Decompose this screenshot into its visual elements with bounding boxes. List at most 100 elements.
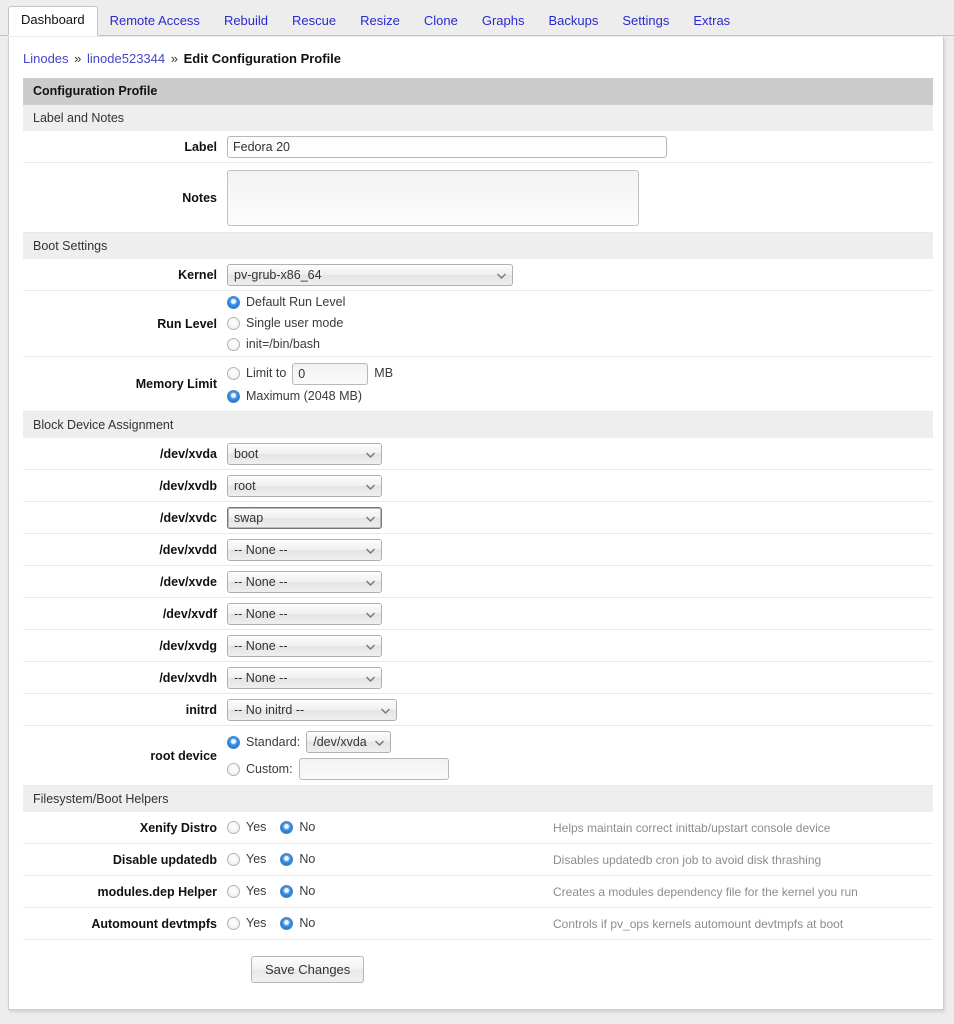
helper-no-label: No [299, 820, 316, 834]
root-device-standard-radio[interactable] [227, 735, 240, 749]
memory-limit-limit-to-option[interactable]: Limit to MB [227, 362, 393, 385]
run-level-option-2[interactable]: init=/bin/bash [227, 335, 345, 354]
breadcrumb-link-linode[interactable]: linode523344 [87, 51, 165, 66]
breadcrumb: Linodes » linode523344 » Edit Configurat… [9, 37, 943, 78]
memory-limit-input[interactable] [292, 362, 369, 385]
run-level-radio-2[interactable] [227, 338, 240, 351]
row-block-device: /dev/xvdc swap [23, 502, 933, 534]
helper-label: Xenify Distro [139, 820, 217, 835]
section-block-device-assignment: Block Device Assignment [23, 412, 933, 438]
section-filesystem-boot-helpers: Filesystem/Boot Helpers [23, 786, 933, 812]
run-level-radio-0[interactable] [227, 296, 240, 309]
helper-no-radio[interactable] [280, 917, 294, 930]
tab-extras[interactable]: Extras [681, 7, 742, 36]
breadcrumb-separator-1: » [74, 51, 82, 66]
tab-remote-access[interactable]: Remote Access [98, 7, 212, 36]
helper-yes-label: Yes [246, 852, 267, 866]
helper-yes-option[interactable]: Yes [227, 914, 266, 933]
helper-no-option[interactable]: No [280, 818, 315, 837]
tab-rescue[interactable]: Rescue [280, 7, 348, 36]
row-notes: Notes [23, 163, 933, 233]
chevron-down-icon [365, 540, 375, 560]
tab-resize[interactable]: Resize [348, 7, 412, 36]
root-device-custom-input[interactable] [298, 758, 449, 780]
panel-title: Configuration Profile [23, 78, 933, 105]
block-device-select[interactable]: boot [227, 442, 382, 465]
helper-no-radio[interactable] [280, 821, 294, 834]
block-device-select[interactable]: -- None -- [227, 634, 382, 657]
memory-limit-limit-to-radio[interactable] [227, 367, 240, 380]
run-level-option-0[interactable]: Default Run Level [227, 293, 345, 312]
primary-tab-bar: Dashboard Remote Access Rebuild Rescue Resiz… [0, 0, 954, 36]
block-device-value: -- None -- [234, 574, 288, 589]
block-device-label: /dev/xvde [160, 574, 217, 589]
section-label-and-notes: Label and Notes [23, 105, 933, 131]
helper-help-text: Disables updatedb cron job to avoid disk… [553, 852, 822, 867]
root-device-custom-radio[interactable] [227, 762, 240, 776]
root-device-custom-option[interactable]: Custom: [227, 758, 449, 780]
helper-yes-option[interactable]: Yes [227, 818, 266, 837]
label-input[interactable] [227, 135, 667, 158]
block-device-value: root [234, 478, 256, 493]
helper-no-option[interactable]: No [280, 914, 315, 933]
helper-no-option[interactable]: No [280, 850, 315, 869]
helper-yes-radio[interactable] [227, 853, 240, 866]
helper-yes-radio[interactable] [227, 821, 240, 834]
helper-yes-option[interactable]: Yes [227, 850, 266, 869]
tab-settings[interactable]: Settings [610, 7, 681, 36]
helper-yes-option[interactable]: Yes [227, 882, 266, 901]
chevron-down-icon [365, 572, 375, 592]
helper-help-text: Controls if pv_ops kernels automount dev… [553, 916, 844, 931]
root-device-standard-option[interactable]: Standard: /dev/xvda [227, 731, 449, 753]
field-label-root-device: root device [150, 748, 217, 763]
block-device-label: /dev/xvdg [159, 638, 217, 653]
memory-limit-maximum-option[interactable]: Maximum (2048 MB) [227, 387, 393, 406]
helper-label: Automount devtmpfs [91, 916, 217, 931]
initrd-select[interactable]: -- No initrd -- [227, 698, 397, 721]
helper-no-radio[interactable] [280, 885, 294, 898]
block-device-select[interactable]: -- None -- [227, 602, 382, 625]
block-device-value: -- None -- [234, 606, 288, 621]
configuration-profile-panel: Configuration Profile Label and Notes La… [23, 78, 933, 1001]
run-level-radio-1[interactable] [227, 317, 240, 330]
row-block-device: /dev/xvdd -- None -- [23, 534, 933, 566]
row-block-device: /dev/xvde -- None -- [23, 566, 933, 598]
helper-yes-radio[interactable] [227, 885, 240, 898]
helper-yes-radio[interactable] [227, 917, 240, 930]
chevron-down-icon [496, 265, 506, 285]
tab-clone[interactable]: Clone [412, 7, 470, 36]
helper-yes-label: Yes [246, 884, 267, 898]
field-label-notes: Notes [182, 190, 217, 205]
memory-limit-maximum-label: Maximum (2048 MB) [246, 388, 362, 403]
row-root-device: root device Standard: /dev/xvda Custom: [23, 726, 933, 786]
tab-backups[interactable]: Backups [536, 7, 610, 36]
helper-no-option[interactable]: No [280, 882, 315, 901]
helper-help-text: Creates a modules dependency file for th… [553, 884, 858, 899]
block-device-select[interactable]: -- None -- [227, 666, 382, 689]
save-changes-button[interactable]: Save Changes [251, 956, 365, 983]
tab-dashboard[interactable]: Dashboard [8, 6, 98, 36]
kernel-select[interactable]: pv-grub-x86_64 [227, 263, 513, 286]
block-device-select[interactable]: root [227, 474, 382, 497]
block-device-label: /dev/xvda [160, 446, 217, 461]
notes-textarea[interactable] [227, 169, 639, 226]
block-device-select[interactable]: -- None -- [227, 570, 382, 593]
block-device-value: -- None -- [234, 638, 288, 653]
chevron-down-icon [365, 636, 375, 656]
row-block-device: /dev/xvda boot [23, 438, 933, 470]
helper-no-radio[interactable] [280, 853, 294, 866]
run-level-radio-group: Default Run Level Single user mode init=/b… [227, 293, 345, 354]
breadcrumb-link-linodes[interactable]: Linodes [23, 51, 69, 66]
block-device-select[interactable]: swap [227, 506, 382, 529]
chevron-down-icon [365, 604, 375, 624]
memory-limit-maximum-radio[interactable] [227, 389, 240, 403]
row-helper: modules.dep Helper Yes No Creates a modules… [23, 876, 933, 908]
run-level-option-label: Default Run Level [246, 295, 346, 309]
run-level-option-1[interactable]: Single user mode [227, 314, 345, 333]
tab-graphs[interactable]: Graphs [470, 7, 537, 36]
row-memory-limit: Memory Limit Limit to MB Maximum (2048 M… [23, 357, 933, 412]
block-device-select[interactable]: -- None -- [227, 538, 382, 561]
tab-rebuild[interactable]: Rebuild [212, 7, 280, 36]
root-device-standard-select[interactable]: /dev/xvda [306, 731, 392, 753]
row-block-device: /dev/xvdf -- None -- [23, 598, 933, 630]
